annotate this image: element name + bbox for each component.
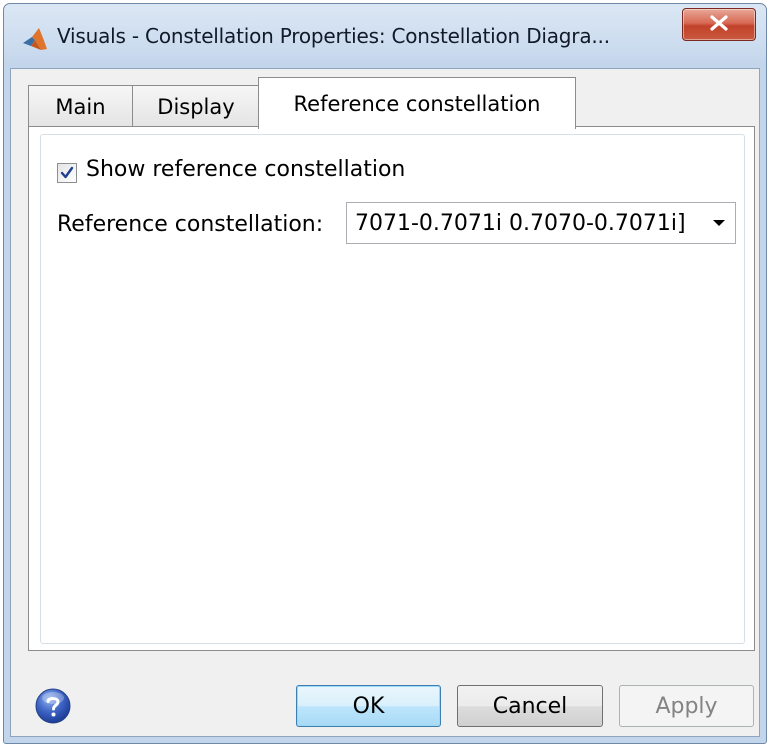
dialog-window: Visuals - Constellation Properties: Cons…: [3, 3, 767, 744]
reference-panel: Show reference constellation Reference c…: [40, 134, 745, 644]
show-reference-label[interactable]: Show reference constellation: [86, 157, 405, 182]
help-icon[interactable]: [35, 688, 71, 724]
checkmark-icon: [60, 166, 74, 179]
tab-main[interactable]: Main: [28, 85, 133, 127]
ok-button[interactable]: OK: [296, 685, 441, 727]
tab-reference-constellation-label: Reference constellation: [293, 91, 541, 116]
window-title: Visuals - Constellation Properties: Cons…: [57, 24, 610, 48]
tab-reference-constellation[interactable]: Reference constellation: [258, 77, 576, 129]
ok-button-label: OK: [352, 693, 385, 719]
chevron-down-icon[interactable]: [703, 203, 735, 243]
cancel-button-label: Cancel: [492, 693, 568, 719]
tab-display[interactable]: Display: [132, 85, 260, 127]
tab-panel: Show reference constellation Reference c…: [28, 126, 755, 651]
reference-constellation-dropdown[interactable]: 7071-0.7071i 0.7070-0.7071i]: [346, 202, 736, 244]
title-bar[interactable]: Visuals - Constellation Properties: Cons…: [4, 4, 766, 68]
close-icon: [708, 14, 730, 36]
cancel-button[interactable]: Cancel: [457, 685, 603, 727]
close-button[interactable]: [682, 8, 756, 41]
apply-button-label: Apply: [655, 693, 718, 719]
reference-constellation-label: Reference constellation:: [57, 212, 324, 237]
matlab-icon: [22, 26, 48, 52]
dialog-body: Main Display Reference constellation Sho…: [10, 68, 760, 737]
apply-button[interactable]: Apply: [619, 685, 754, 727]
show-reference-checkbox[interactable]: [57, 163, 77, 183]
tab-main-label: Main: [55, 94, 106, 119]
reference-constellation-value: 7071-0.7071i 0.7070-0.7071i]: [355, 211, 686, 236]
tab-display-label: Display: [157, 94, 235, 119]
